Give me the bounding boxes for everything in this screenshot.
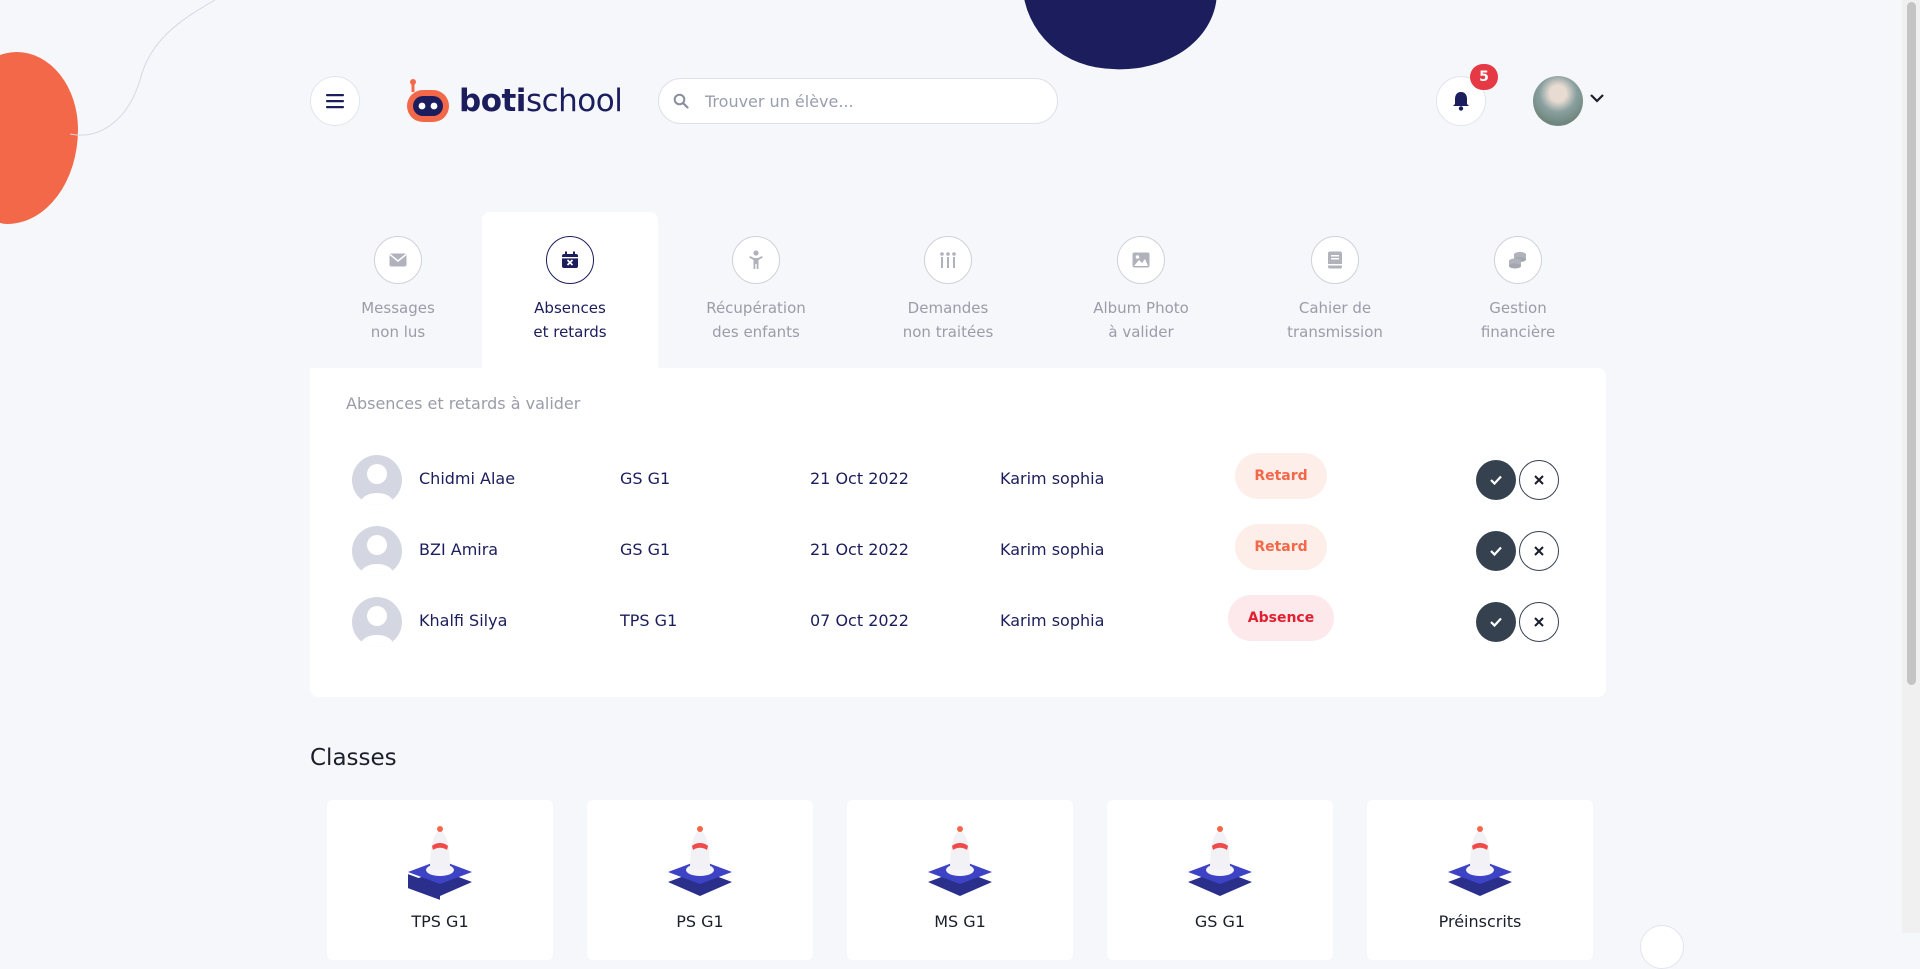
student-name: Chidmi Alae <box>419 469 516 488</box>
classes-heading: Classes <box>310 745 397 771</box>
tab-label: transmission <box>1287 323 1383 341</box>
app-logo[interactable]: botischool <box>405 78 623 124</box>
close-icon <box>1534 617 1544 627</box>
tab-label: et retards <box>533 323 607 341</box>
tab-label: Album Photo <box>1093 299 1189 317</box>
classes-next-button[interactable] <box>1640 925 1684 969</box>
student-avatar <box>352 526 402 576</box>
status-badge: Absence <box>1228 595 1334 641</box>
absence-date: 21 Oct 2022 <box>810 469 909 488</box>
tab-cahier-transmission[interactable]: Cahier de transmission <box>1247 212 1423 368</box>
coins-icon <box>1509 252 1526 269</box>
table-row: Chidmi Alae GS G1 21 Oct 2022 Karim soph… <box>352 452 1572 508</box>
table-row: BZI Amira GS G1 21 Oct 2022 Karim sophia… <box>352 523 1572 579</box>
tab-label: à valider <box>1108 323 1174 341</box>
status-badge: Retard <box>1235 524 1327 570</box>
search-icon <box>673 93 689 109</box>
tab-label: non traitées <box>902 323 994 341</box>
student-search[interactable] <box>658 78 1058 124</box>
decorative-blob-navy <box>1009 0 1226 86</box>
classroom-icon <box>928 826 992 896</box>
tab-label: Demandes <box>907 299 989 317</box>
validate-button[interactable] <box>1476 531 1516 571</box>
tab-label: Messages <box>361 299 435 317</box>
panel-title: Absences et retards à valider <box>346 394 581 413</box>
tab-label: des enfants <box>712 323 800 341</box>
class-name: Préinscrits <box>1438 912 1522 931</box>
calendar-x-icon <box>562 251 578 268</box>
student-name: BZI Amira <box>419 540 499 559</box>
teacher-name: Karim sophia <box>1000 540 1105 559</box>
check-icon <box>1490 617 1502 628</box>
teacher-name: Karim sophia <box>1000 611 1105 630</box>
book-icon <box>1328 251 1342 269</box>
reject-button[interactable] <box>1519 602 1559 642</box>
class-name: MS G1 <box>934 912 986 931</box>
check-icon <box>1490 475 1502 486</box>
decorative-curve <box>69 0 216 136</box>
tab-messages[interactable]: Messages non lus <box>310 212 486 368</box>
robot-logo-icon <box>405 78 453 124</box>
user-avatar[interactable] <box>1533 76 1583 126</box>
tab-gestion-financiere[interactable]: Gestion financière <box>1430 212 1606 368</box>
list-icon <box>940 252 956 268</box>
tab-label: Gestion <box>1489 299 1547 317</box>
absences-panel: Absences et retards à valider Chidmi Ala… <box>310 368 1606 697</box>
close-icon <box>1534 475 1544 485</box>
validate-button[interactable] <box>1476 460 1516 500</box>
table-row: Khalfi Silya TPS G1 07 Oct 2022 Karim so… <box>352 594 1572 650</box>
tab-recuperation[interactable]: Récupération des enfants <box>668 212 844 368</box>
classroom-icon <box>1448 826 1512 896</box>
student-avatar <box>352 597 402 647</box>
teacher-name: Karim sophia <box>1000 469 1105 488</box>
absence-date: 21 Oct 2022 <box>810 540 909 559</box>
classroom-icon <box>668 826 732 896</box>
scrollbar-thumb[interactable] <box>1907 2 1916 685</box>
class-card[interactable]: PS G1 <box>587 800 813 960</box>
absence-date: 07 Oct 2022 <box>810 611 909 630</box>
hamburger-icon <box>326 94 344 109</box>
class-name: PS G1 <box>676 912 724 931</box>
chevron-down-icon[interactable] <box>1589 92 1605 104</box>
validate-button[interactable] <box>1476 602 1516 642</box>
reject-button[interactable] <box>1519 531 1559 571</box>
status-badge: Retard <box>1235 453 1327 499</box>
bell-icon <box>1453 92 1469 111</box>
class-card[interactable]: MS G1 <box>847 800 1073 960</box>
student-class: GS G1 <box>620 469 671 488</box>
tab-album-photo[interactable]: Album Photo à valider <box>1053 212 1229 368</box>
close-icon <box>1534 546 1544 556</box>
class-card[interactable]: TPS G1 <box>327 800 553 960</box>
classroom-icon <box>1188 826 1252 896</box>
envelope-icon <box>389 253 407 267</box>
check-icon <box>1490 546 1502 557</box>
child-icon <box>749 250 763 269</box>
tab-absences[interactable]: Absences et retards <box>482 212 658 368</box>
app-brand: botischool <box>459 83 623 119</box>
tab-demandes[interactable]: Demandes non traitées <box>860 212 1036 368</box>
student-class: TPS G1 <box>620 611 678 630</box>
tab-label: Absences <box>534 299 606 317</box>
student-class: GS G1 <box>620 540 671 559</box>
dashboard-tabs: Messages non lus Absences et retards Récup… <box>310 212 1606 368</box>
tab-label: Cahier de <box>1298 299 1372 317</box>
classroom-icon <box>408 826 472 900</box>
reject-button[interactable] <box>1519 460 1559 500</box>
class-name: GS G1 <box>1194 912 1246 931</box>
tab-label: Récupération <box>706 299 806 317</box>
class-card[interactable]: GS G1 <box>1107 800 1333 960</box>
menu-button[interactable] <box>310 76 360 126</box>
class-card[interactable]: Préinscrits <box>1367 800 1593 960</box>
student-name: Khalfi Silya <box>419 611 508 630</box>
tab-label: non lus <box>370 323 426 341</box>
class-name: TPS G1 <box>411 912 469 931</box>
student-avatar <box>352 455 402 505</box>
page-scrollbar[interactable] <box>1902 0 1920 933</box>
notification-count-badge: 5 <box>1470 64 1498 90</box>
image-icon <box>1132 252 1150 268</box>
tab-label: financière <box>1480 323 1556 341</box>
search-input[interactable] <box>703 90 1027 112</box>
